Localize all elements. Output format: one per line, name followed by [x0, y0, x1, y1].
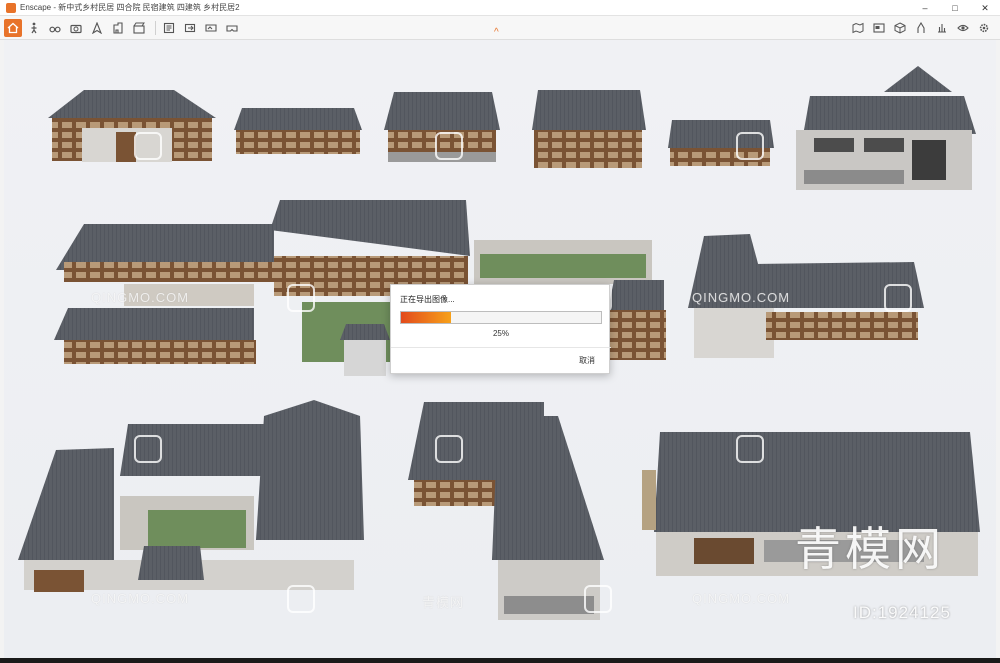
- batch-render-icon: [163, 22, 175, 33]
- model-id-label: ID:1924125: [853, 603, 951, 622]
- panorama-button[interactable]: [202, 19, 220, 37]
- cancel-button[interactable]: 取消: [579, 355, 595, 366]
- watermark-logo-icon: [736, 132, 764, 160]
- watermark-logo-icon: [134, 435, 162, 463]
- watermark-logo-icon: [287, 585, 315, 613]
- window-controls: – □ ✕: [910, 0, 1000, 16]
- progress-percent: 25%: [492, 329, 509, 338]
- watermark-logo-icon: [134, 132, 162, 160]
- house-4[interactable]: [532, 90, 646, 168]
- watermark-site: QINGMO.COM: [91, 591, 190, 606]
- video-icon: [133, 22, 145, 34]
- light-button[interactable]: [933, 19, 951, 37]
- map-icon: [852, 22, 864, 34]
- vr-button[interactable]: [223, 19, 241, 37]
- watermark-site: QINGMO.COM: [91, 290, 190, 305]
- progress-bar: [400, 311, 602, 324]
- window-button[interactable]: [870, 19, 888, 37]
- home-icon: [7, 22, 19, 33]
- courtyard-compound-3[interactable]: [18, 400, 364, 592]
- binoculars-button[interactable]: [46, 19, 64, 37]
- batch-render-button[interactable]: [160, 19, 178, 37]
- settings-button[interactable]: [975, 19, 993, 37]
- home-button[interactable]: [4, 18, 22, 37]
- dialog-divider: [391, 347, 611, 348]
- watermark-site: QINGMO.COM: [692, 290, 791, 305]
- camera-button[interactable]: [67, 19, 85, 37]
- brand-watermark: 青模网: [795, 522, 945, 576]
- close-button[interactable]: ✕: [970, 0, 1000, 16]
- watermark-logo-icon: [435, 132, 463, 160]
- asset-library-icon: [917, 22, 925, 33]
- settings-icon: [979, 23, 989, 33]
- watermark-cn: 青模网: [422, 595, 465, 610]
- compass-icon: [92, 21, 102, 34]
- cube-icon: [894, 22, 906, 34]
- compass-button[interactable]: [88, 19, 106, 37]
- export-progress-dialog: 正在导出图像... 25% 取消: [390, 284, 611, 374]
- toolbar-right-group: [849, 19, 996, 37]
- toolbar: [0, 16, 1000, 40]
- export-button[interactable]: [181, 19, 199, 37]
- export-icon: [184, 23, 196, 32]
- walk-icon: [31, 22, 37, 33]
- window-icon: [873, 23, 885, 33]
- title-bar[interactable]: Enscape - 新中式乡村民居 四合院 民宿建筑 四建筑 乡村民居2 – □…: [0, 0, 1000, 16]
- vr-icon: [226, 24, 238, 32]
- screenshot-button[interactable]: [109, 19, 127, 37]
- watermark-site: QINGMO.COM: [692, 591, 791, 606]
- camera-icon: [70, 24, 82, 33]
- screenshot-icon: [113, 21, 123, 34]
- watermark-logo-icon: [287, 284, 315, 312]
- view-button[interactable]: [954, 19, 972, 37]
- video-button[interactable]: [130, 19, 148, 37]
- window-title: Enscape - 新中式乡村民居 四合院 民宿建筑 四建筑 乡村民居2: [20, 3, 240, 12]
- progress-bar-fill: [401, 312, 451, 323]
- watermark-logo-icon: [435, 435, 463, 463]
- house-1[interactable]: [48, 90, 216, 162]
- dialog-title: 正在导出图像...: [400, 295, 455, 304]
- asset-library-button[interactable]: [912, 19, 930, 37]
- map-button[interactable]: [849, 19, 867, 37]
- enscape-window: Enscape - 新中式乡村民居 四合院 民宿建筑 四建筑 乡村民居2 – □…: [0, 0, 1000, 663]
- walk-mode-button[interactable]: [25, 19, 43, 37]
- view-icon: [957, 24, 969, 32]
- minimize-button[interactable]: –: [910, 0, 940, 16]
- panorama-icon: [205, 23, 217, 32]
- enscape-logo-icon: [6, 2, 16, 13]
- cube-button[interactable]: [891, 19, 909, 37]
- light-icon: [938, 24, 946, 33]
- taskbar-edge: [0, 658, 1000, 663]
- watermark-logo-icon: [884, 284, 912, 312]
- maximize-button[interactable]: □: [940, 0, 970, 16]
- collapse-toolbar-chevron-icon[interactable]: ^: [494, 27, 499, 38]
- house-6[interactable]: [796, 66, 976, 190]
- house-2[interactable]: [234, 108, 362, 154]
- toolbar-separator: [155, 20, 156, 35]
- watermark-logo-icon: [736, 435, 764, 463]
- binoculars-icon: [49, 26, 61, 32]
- watermark-logo-icon: [584, 585, 612, 613]
